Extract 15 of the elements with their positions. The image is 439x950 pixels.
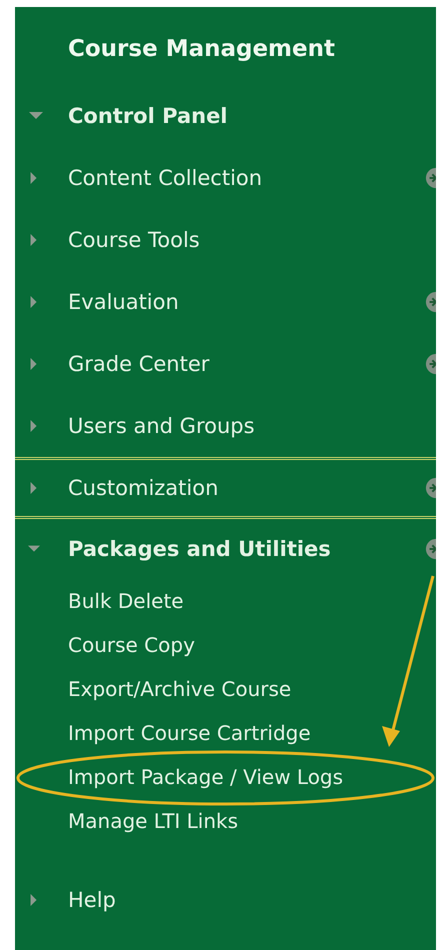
menu-heading[interactable]: Control Panel xyxy=(15,104,228,128)
menu-item[interactable]: Content Collection xyxy=(15,166,262,190)
submenu-link[interactable]: Bulk Delete xyxy=(15,589,184,613)
menu-item[interactable]: Evaluation xyxy=(15,290,179,314)
panel-title: Course Management xyxy=(67,35,336,64)
menu-item[interactable]: Grade Center xyxy=(15,352,210,376)
submenu-link[interactable]: Import Course Cartridge xyxy=(15,721,311,745)
submenu-link[interactable]: Course Copy xyxy=(15,633,195,657)
menu-item[interactable]: Customization xyxy=(15,476,218,500)
menu-item[interactable]: Users and Groups xyxy=(15,414,255,438)
submenu-link[interactable]: Manage LTI Links xyxy=(15,809,238,833)
submenu-link[interactable]: Export/Archive Course xyxy=(15,677,292,701)
menu-item[interactable]: Packages and Utilities xyxy=(15,537,331,561)
menu-heading[interactable]: Help xyxy=(15,888,116,912)
menu-item[interactable]: Course Tools xyxy=(15,228,200,252)
